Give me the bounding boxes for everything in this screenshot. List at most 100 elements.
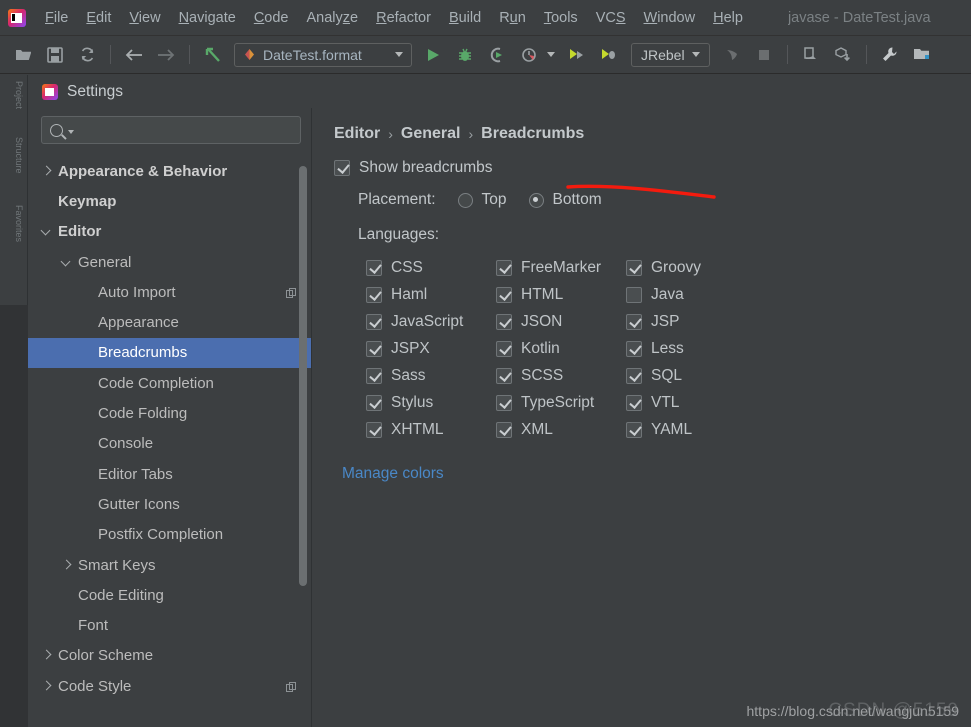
chevron-right-icon[interactable] bbox=[62, 561, 71, 570]
menu-item-tools[interactable]: Tools bbox=[536, 7, 586, 29]
checkbox-kotlin[interactable] bbox=[496, 340, 512, 357]
save-all-icon[interactable] bbox=[42, 42, 68, 68]
sidebar-item-gutter-icons[interactable]: Gutter Icons bbox=[28, 489, 311, 519]
radio-bottom[interactable] bbox=[528, 192, 544, 208]
menu-item-vcs[interactable]: VCS bbox=[588, 7, 634, 29]
sidebar-item-smart-keys[interactable]: Smart Keys bbox=[28, 550, 311, 580]
checkbox-json[interactable] bbox=[496, 313, 512, 330]
language-checkbox-less[interactable]: Less bbox=[626, 340, 756, 358]
jrebel-dropdown-button[interactable]: JRebel bbox=[631, 42, 710, 67]
run-play-icon[interactable] bbox=[420, 42, 446, 68]
sidebar-item-general[interactable]: General bbox=[28, 247, 311, 277]
run-configuration-selector[interactable]: DateTest.format bbox=[234, 42, 412, 67]
settings-wrench-icon[interactable] bbox=[877, 42, 903, 68]
radio-top[interactable] bbox=[457, 192, 473, 208]
sidebar-item-code-style[interactable]: Code Style bbox=[28, 671, 311, 701]
chevron-down-icon[interactable] bbox=[395, 52, 403, 57]
checkbox-freemarker[interactable] bbox=[496, 259, 512, 276]
sidebar-item-code-editing[interactable]: Code Editing bbox=[28, 580, 311, 610]
checkbox-less[interactable] bbox=[626, 340, 642, 357]
checkbox-jspx[interactable] bbox=[366, 340, 382, 357]
sidebar-item-breadcrumbs[interactable]: Breadcrumbs bbox=[28, 337, 311, 369]
breadcrumb-item-general[interactable]: General bbox=[401, 125, 461, 143]
language-checkbox-html[interactable]: HTML bbox=[496, 286, 626, 304]
device-icon[interactable] bbox=[798, 42, 824, 68]
sidebar-item-appearance[interactable]: Appearance bbox=[28, 307, 311, 337]
checkbox-vtl[interactable] bbox=[626, 394, 642, 411]
sidebar-item-font[interactable]: Font bbox=[28, 610, 311, 640]
sync-refresh-icon[interactable] bbox=[74, 42, 100, 68]
checkbox-javascript[interactable] bbox=[366, 313, 382, 330]
chevron-down-icon[interactable] bbox=[691, 52, 700, 57]
menu-item-code[interactable]: Code bbox=[246, 7, 297, 29]
language-checkbox-freemarker[interactable]: FreeMarker bbox=[496, 259, 626, 277]
sidebar-item-keymap[interactable]: Keymap bbox=[28, 186, 311, 216]
language-checkbox-scss[interactable]: SCSS bbox=[496, 367, 626, 385]
checkbox-haml[interactable] bbox=[366, 286, 382, 303]
show-breadcrumbs-checkbox[interactable] bbox=[334, 160, 350, 176]
checkbox-xhtml[interactable] bbox=[366, 421, 382, 438]
strip-tab-project[interactable]: Project bbox=[4, 81, 24, 109]
back-arrow-icon[interactable] bbox=[121, 42, 147, 68]
search-input[interactable] bbox=[77, 121, 292, 139]
language-checkbox-kotlin[interactable]: Kotlin bbox=[496, 340, 626, 358]
strip-tab-structure[interactable]: Structure bbox=[4, 137, 24, 174]
profiler-icon[interactable] bbox=[516, 42, 542, 68]
chevron-right-icon[interactable] bbox=[42, 682, 51, 691]
copy-settings-icon[interactable] bbox=[286, 680, 297, 693]
settings-search-box[interactable] bbox=[41, 116, 301, 144]
language-checkbox-xml[interactable]: XML bbox=[496, 421, 626, 439]
run-with-coverage-icon[interactable] bbox=[484, 42, 510, 68]
checkbox-groovy[interactable] bbox=[626, 259, 642, 276]
checkbox-html[interactable] bbox=[496, 286, 512, 303]
sidebar-item-code-completion[interactable]: Code Completion bbox=[28, 368, 311, 398]
sidebar-item-code-folding[interactable]: Code Folding bbox=[28, 398, 311, 428]
menu-item-refactor[interactable]: Refactor bbox=[368, 7, 439, 29]
chevron-down-icon[interactable] bbox=[68, 130, 74, 134]
menu-item-navigate[interactable]: Navigate bbox=[171, 7, 244, 29]
sidebar-item-postfix-completion[interactable]: Postfix Completion bbox=[28, 520, 311, 550]
language-checkbox-groovy[interactable]: Groovy bbox=[626, 259, 756, 277]
jrebel-run-icon[interactable] bbox=[564, 42, 590, 68]
profiler-chevron-down-icon[interactable] bbox=[547, 52, 555, 57]
language-checkbox-jsp[interactable]: JSP bbox=[626, 313, 756, 331]
breadcrumb-item-editor[interactable]: Editor bbox=[334, 125, 380, 143]
open-folder-icon[interactable] bbox=[10, 42, 36, 68]
sidebar-item-editor-tabs[interactable]: Editor Tabs bbox=[28, 459, 311, 489]
sidebar-item-editor[interactable]: Editor bbox=[28, 217, 311, 247]
language-checkbox-haml[interactable]: Haml bbox=[366, 286, 496, 304]
language-checkbox-typescript[interactable]: TypeScript bbox=[496, 394, 626, 412]
copy-settings-icon[interactable] bbox=[286, 286, 297, 299]
language-checkbox-java[interactable]: Java bbox=[626, 286, 756, 304]
show-breadcrumbs-checkbox-row[interactable]: Show breadcrumbs bbox=[334, 159, 971, 177]
menu-item-file[interactable]: File bbox=[37, 7, 76, 29]
language-checkbox-vtl[interactable]: VTL bbox=[626, 394, 756, 412]
checkbox-sass[interactable] bbox=[366, 367, 382, 384]
language-checkbox-json[interactable]: JSON bbox=[496, 313, 626, 331]
checkbox-typescript[interactable] bbox=[496, 394, 512, 411]
undo-icon[interactable] bbox=[200, 42, 226, 68]
checkbox-scss[interactable] bbox=[496, 367, 512, 384]
chevron-down-icon[interactable] bbox=[42, 227, 51, 236]
manage-colors-link[interactable]: Manage colors bbox=[342, 465, 971, 483]
jrebel-debug-icon[interactable] bbox=[596, 42, 622, 68]
chevron-right-icon[interactable] bbox=[42, 651, 51, 660]
sidebar-item-auto-import[interactable]: Auto Import bbox=[28, 277, 311, 307]
language-checkbox-stylus[interactable]: Stylus bbox=[366, 394, 496, 412]
sidebar-item-console[interactable]: Console bbox=[28, 429, 311, 459]
menu-item-run[interactable]: Run bbox=[491, 7, 534, 29]
menu-item-build[interactable]: Build bbox=[441, 7, 489, 29]
forward-arrow-icon[interactable] bbox=[153, 42, 179, 68]
checkbox-jsp[interactable] bbox=[626, 313, 642, 330]
debug-bug-icon[interactable] bbox=[452, 42, 478, 68]
checkbox-xml[interactable] bbox=[496, 421, 512, 438]
update-project-icon[interactable] bbox=[830, 42, 856, 68]
menu-item-view[interactable]: View bbox=[121, 7, 168, 29]
language-checkbox-sass[interactable]: Sass bbox=[366, 367, 496, 385]
settings-tree-scrollbar-track[interactable] bbox=[299, 156, 309, 727]
sidebar-item-color-scheme[interactable]: Color Scheme bbox=[28, 641, 311, 671]
strip-tab-favorites[interactable]: Favorites bbox=[4, 205, 24, 242]
project-structure-icon[interactable] bbox=[909, 42, 935, 68]
checkbox-stylus[interactable] bbox=[366, 394, 382, 411]
checkbox-java[interactable] bbox=[626, 286, 642, 303]
